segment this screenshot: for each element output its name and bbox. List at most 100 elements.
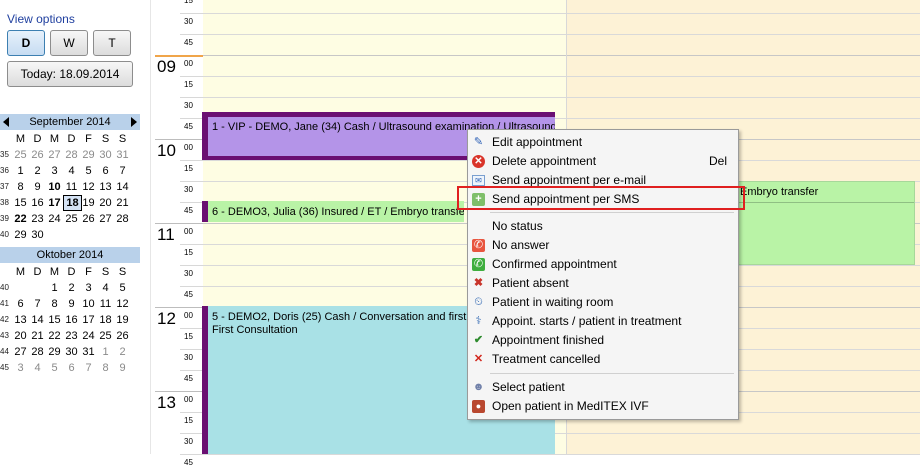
calendar-day[interactable]: 5 [46,360,63,376]
calendar-day[interactable]: 1 [46,280,63,296]
calendar-day[interactable]: 17 [80,312,97,328]
calendar-day[interactable]: 14 [29,312,46,328]
calendar-day[interactable]: 9 [63,296,80,312]
week-view-button[interactable]: W [50,30,88,56]
calendar-day[interactable]: 29 [12,227,29,243]
calendar-day[interactable]: 27 [97,211,114,227]
view-options-label[interactable]: View options [7,12,75,26]
calendar-day[interactable]: 9 [114,360,131,376]
calendar-day[interactable]: 13 [97,179,114,195]
calendar-day[interactable]: 27 [46,147,63,163]
calendar-day[interactable]: 9 [29,179,46,195]
calendar-day[interactable]: 25 [12,147,29,163]
calendar-day[interactable]: 22 [12,211,29,227]
calendar-day[interactable]: 10 [46,179,63,195]
calendar-day[interactable]: 16 [29,195,46,211]
calendar-day[interactable]: 14 [114,179,131,195]
menu-item-finished[interactable]: ✔ Appointment finished [468,331,738,350]
calendar-day[interactable]: 17 [46,195,63,211]
calendar-day[interactable]: 21 [114,195,131,211]
calendar-day[interactable]: 1 [12,163,29,179]
t-view-button[interactable]: T [93,30,131,56]
menu-item-no-status[interactable]: No status [468,217,738,236]
calendar-day[interactable]: 30 [29,227,46,243]
calendar-day[interactable]: 24 [80,328,97,344]
menu-item-confirmed[interactable]: ✆ Confirmed appointment [468,255,738,274]
calendar-day[interactable]: 28 [63,147,80,163]
appointment-block[interactable]: 6 - DEMO3, Julia (36) Insured / ET / Emb… [202,201,464,222]
calendar-day[interactable]: 12 [114,296,131,312]
calendar-day[interactable]: 5 [80,163,97,179]
menu-item-waiting-room[interactable]: ⏲ Patient in waiting room [468,293,738,312]
menu-item-delete-appointment[interactable]: ✕ Delete appointment Del [468,152,738,171]
calendar-day[interactable]: 5 [114,280,131,296]
calendar-day[interactable]: 8 [97,360,114,376]
calendar-day[interactable]: 15 [12,195,29,211]
calendar-day[interactable]: 4 [97,280,114,296]
calendar-day[interactable]: 30 [63,344,80,360]
calendar-day[interactable]: 20 [12,328,29,344]
calendar-day[interactable]: 13 [12,312,29,328]
calendar-day[interactable]: 31 [80,344,97,360]
previous-month-icon[interactable] [3,117,9,127]
menu-item-no-answer[interactable]: ✆ No answer [468,236,738,255]
menu-item-patient-absent[interactable]: ✖ Patient absent [468,274,738,293]
calendar-day[interactable]: 6 [12,296,29,312]
calendar-day[interactable]: 30 [97,147,114,163]
calendar-day[interactable]: 3 [46,163,63,179]
calendar-day[interactable]: 4 [63,163,80,179]
appointment-block[interactable]: Embryo transfer [735,181,915,265]
hour-label: 09 [157,57,176,76]
calendar-day[interactable]: 27 [12,344,29,360]
calendar-day[interactable]: 28 [29,344,46,360]
calendar-day[interactable]: 2 [29,163,46,179]
calendar-day[interactable]: 21 [29,328,46,344]
calendar-day[interactable]: 15 [46,312,63,328]
calendar-day[interactable]: 29 [46,344,63,360]
calendar-day[interactable]: 4 [29,360,46,376]
calendar-day[interactable]: 12 [80,179,97,195]
calendar-day[interactable]: 19 [80,195,97,211]
minute-label: 15 [184,0,193,5]
calendar-day[interactable]: 8 [46,296,63,312]
calendar-day[interactable]: 3 [12,360,29,376]
menu-item-open-patient[interactable]: ● Open patient in MedITEX IVF [468,397,738,416]
calendar-day[interactable]: 25 [97,328,114,344]
calendar-day[interactable]: 3 [80,280,97,296]
calendar-day[interactable]: 23 [29,211,46,227]
calendar-day[interactable]: 20 [97,195,114,211]
calendar-day[interactable]: 2 [63,280,80,296]
menu-item-in-treatment[interactable]: ⚕ Appoint. starts / patient in treatment [468,312,738,331]
calendar-day[interactable]: 24 [46,211,63,227]
calendar-day[interactable]: 23 [63,328,80,344]
today-button[interactable]: Today: 18.09.2014 [7,61,133,87]
menu-item-cancelled[interactable]: ✕ Treatment cancelled [468,350,738,369]
menu-item-select-patient[interactable]: ☻ Select patient [468,378,738,397]
calendar-day[interactable]: 2 [114,344,131,360]
calendar-day[interactable]: 29 [80,147,97,163]
calendar-day[interactable]: 6 [63,360,80,376]
calendar-day[interactable]: 25 [63,211,80,227]
calendar-day[interactable]: 6 [97,163,114,179]
calendar-day[interactable]: 26 [114,328,131,344]
grid-line [202,454,567,455]
day-view-button[interactable]: D [7,30,45,56]
calendar-day[interactable]: 31 [114,147,131,163]
menu-item-edit-appointment[interactable]: ✎ Edit appointment [468,133,738,152]
calendar-day[interactable]: 11 [63,179,80,195]
calendar-day[interactable]: 26 [80,211,97,227]
next-month-icon[interactable] [131,117,137,127]
calendar-day[interactable]: 8 [12,179,29,195]
calendar-day[interactable]: 7 [80,360,97,376]
calendar-day[interactable]: 7 [29,296,46,312]
calendar-day[interactable]: 28 [114,211,131,227]
calendar-day[interactable]: 7 [114,163,131,179]
calendar-day[interactable]: 16 [63,312,80,328]
calendar-day[interactable]: 18 [97,312,114,328]
calendar-day[interactable]: 26 [29,147,46,163]
calendar-day[interactable]: 22 [46,328,63,344]
calendar-day[interactable]: 19 [114,312,131,328]
calendar-day[interactable]: 1 [97,344,114,360]
calendar-day[interactable]: 11 [97,296,114,312]
calendar-day[interactable]: 10 [80,296,97,312]
